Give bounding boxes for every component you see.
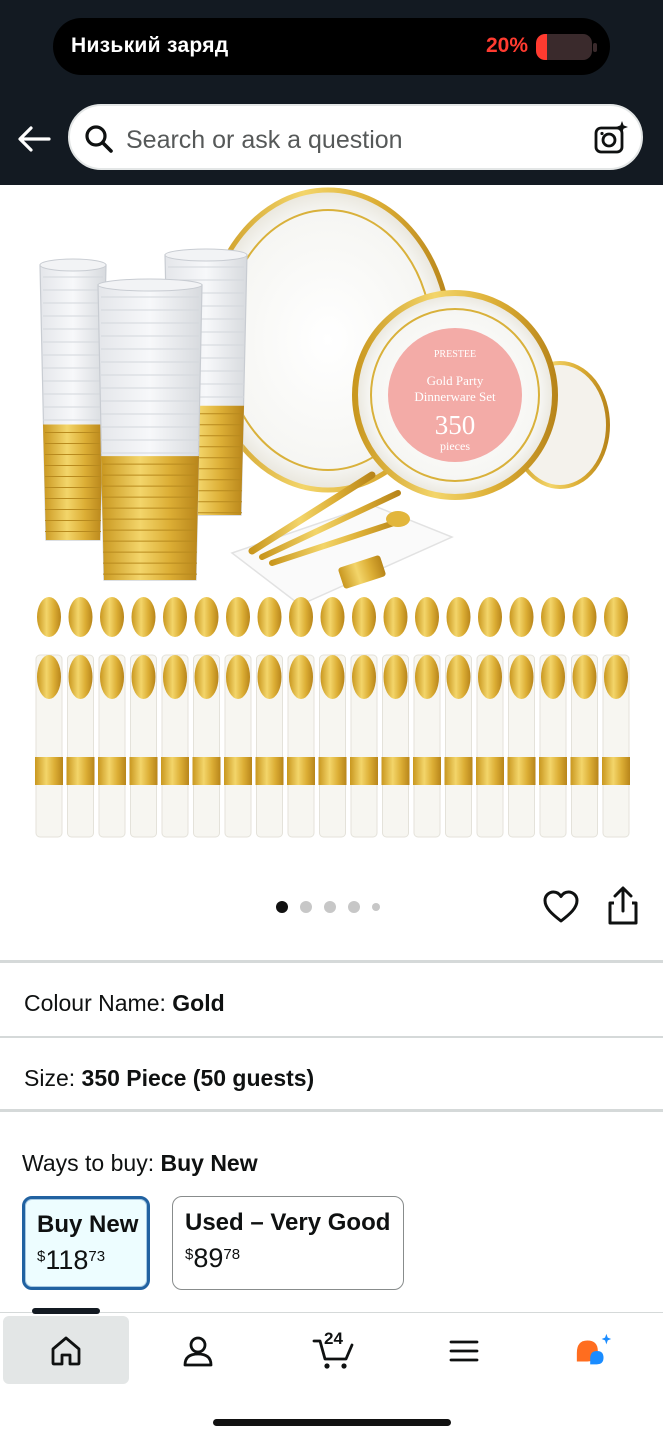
rolled-napkin: [539, 597, 567, 838]
product-photo: PRESTEE Gold Party Dinnerware Set 350 pi…: [35, 187, 630, 838]
rolled-napkin: [255, 597, 284, 838]
option-price: $11873: [37, 1245, 105, 1276]
buy-new-option[interactable]: Buy New $11873: [22, 1196, 150, 1290]
price-whole: 89: [193, 1243, 224, 1273]
cup-stack: [39, 258, 107, 541]
back-button[interactable]: [14, 120, 54, 158]
option-label: Buy New: [37, 1211, 139, 1238]
rolled-napkin: [350, 597, 378, 838]
gold-rim-cups: [39, 248, 248, 581]
menu-icon: [449, 1340, 479, 1362]
rolled-napkin: [413, 597, 441, 838]
price-cents: 73: [88, 1248, 106, 1265]
badge-brand: PRESTEE: [434, 349, 476, 360]
cup-stack: [97, 278, 203, 581]
price-currency: $: [37, 1248, 46, 1265]
nav-menu[interactable]: [444, 1331, 484, 1371]
battery-label: Низький заряд: [71, 34, 229, 57]
carousel-dot[interactable]: [348, 901, 360, 913]
battery-percent: 20%: [485, 34, 528, 57]
rufus-assistant-icon: [576, 1333, 612, 1365]
colour-label: Colour Name:: [24, 990, 166, 1016]
search-placeholder: Search or ask a question: [126, 126, 403, 154]
size-label: Size:: [24, 1065, 76, 1091]
battery-fill: [536, 34, 548, 60]
product-image[interactable]: PRESTEE Gold Party Dinnerware Set 350 pi…: [0, 185, 663, 855]
option-price: $8978: [185, 1243, 240, 1274]
napkin-cutlery-set: [230, 471, 454, 606]
arrow-left-icon: [18, 126, 51, 152]
camera-sparkle-icon[interactable]: [593, 120, 629, 156]
rolled-napkin: [602, 597, 630, 838]
ways-to-buy-row: Ways to buy: Buy New: [22, 1150, 258, 1177]
small-plates: PRESTEE Gold Party Dinnerware Set 350 pi…: [352, 290, 610, 500]
rolled-napkin: [35, 597, 63, 838]
nav-home[interactable]: [46, 1331, 86, 1371]
low-battery-banner: Низький заряд 20%: [53, 18, 610, 75]
rolled-napkin: [192, 597, 221, 838]
rolled-napkin: [318, 597, 347, 838]
bottom-navigation: 24: [0, 1308, 663, 1440]
share-icon[interactable]: [604, 886, 642, 926]
carousel-dot[interactable]: [276, 901, 288, 913]
badge-line1: Gold Party: [427, 373, 484, 388]
battery-icon: [536, 34, 592, 60]
nav-account[interactable]: [178, 1331, 218, 1371]
search-input[interactable]: Search or ask a question: [68, 104, 643, 170]
price-whole: 118: [45, 1245, 89, 1275]
carousel-dot[interactable]: [372, 903, 380, 911]
search-icon: [85, 125, 113, 153]
nav-active-indicator: [32, 1308, 100, 1314]
nav-rufus[interactable]: [574, 1331, 614, 1371]
rolled-napkin: [66, 597, 95, 838]
app-header: Низький заряд 20% Search or ask a questi…: [0, 0, 663, 185]
rolled-napkin: [476, 597, 504, 838]
ways-to-buy-value: Buy New: [160, 1150, 258, 1176]
price-cents: 78: [223, 1246, 241, 1263]
account-icon: [183, 1336, 213, 1367]
carousel-dot[interactable]: [324, 901, 336, 913]
home-icon: [51, 1336, 81, 1366]
rolled-napkin: [444, 597, 473, 838]
row-divider: [0, 1036, 663, 1038]
rolled-cutlery-rows: [35, 597, 630, 838]
used-very-good-option[interactable]: Used – Very Good $8978: [172, 1196, 404, 1290]
badge-line2: Dinnerware Set: [414, 389, 496, 404]
size-value: 350 Piece (50 guests): [81, 1065, 315, 1091]
image-carousel-dots: [276, 900, 380, 914]
rolled-napkin: [224, 597, 252, 838]
price-currency: $: [185, 1246, 194, 1263]
section-divider: [0, 960, 663, 963]
cart-count-badge: 24: [324, 1329, 343, 1348]
rolled-napkin: [507, 597, 536, 838]
battery-nub: [593, 43, 597, 52]
heart-icon[interactable]: [542, 888, 580, 926]
ways-to-buy-label: Ways to buy:: [22, 1150, 155, 1176]
badge-unit: pieces: [440, 439, 470, 453]
rolled-napkin: [161, 597, 189, 838]
badge-number: 350: [435, 410, 476, 440]
colour-value: Gold: [172, 990, 225, 1016]
section-divider: [0, 1109, 663, 1112]
carousel-dot[interactable]: [300, 901, 312, 913]
rolled-napkin: [570, 597, 599, 838]
colour-row[interactable]: Colour Name: Gold: [24, 990, 225, 1017]
size-row[interactable]: Size: 350 Piece (50 guests): [24, 1065, 314, 1092]
home-indicator-bar: [213, 1419, 451, 1426]
rolled-napkin: [98, 597, 126, 838]
option-label: Used – Very Good: [185, 1209, 391, 1236]
rolled-napkin: [287, 597, 315, 838]
rolled-napkin: [381, 597, 410, 838]
rolled-napkin: [129, 597, 158, 838]
